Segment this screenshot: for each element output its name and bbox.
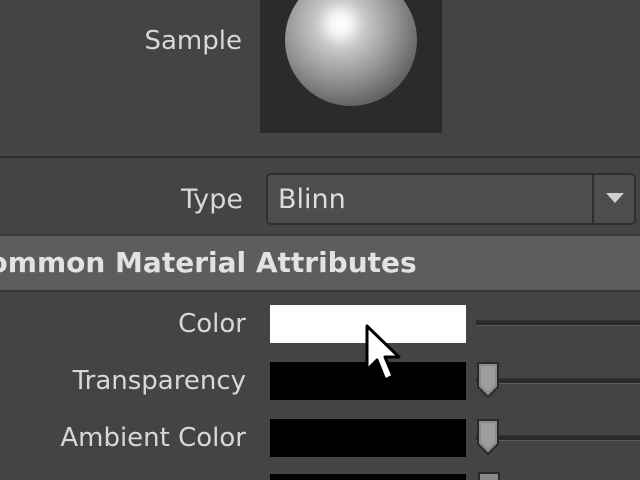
material-sample-swatch[interactable] — [260, 0, 442, 133]
sample-label: Sample — [144, 26, 243, 56]
mouse-pointer-icon — [365, 324, 401, 382]
ambient-color-slider-handle[interactable] — [474, 418, 502, 456]
section-header-common-material-attributes[interactable]: Common Material Attributes — [0, 234, 640, 292]
color-slider[interactable] — [476, 320, 640, 326]
transparency-slider-handle[interactable] — [474, 361, 502, 399]
ambient-color-label: Ambient Color — [60, 423, 246, 453]
type-value: Blinn — [278, 184, 346, 215]
chevron-down-icon — [606, 193, 624, 203]
transparency-label: Transparency — [72, 366, 246, 396]
next-slider-handle[interactable] — [478, 472, 500, 480]
ambient-color-swatch[interactable] — [270, 419, 466, 457]
type-dropdown[interactable]: Blinn — [266, 173, 636, 225]
section-title: Common Material Attributes — [0, 246, 417, 279]
sample-sphere — [285, 0, 417, 106]
color-label: Color — [178, 309, 246, 339]
next-attribute-swatch[interactable] — [270, 474, 466, 480]
dropdown-button[interactable] — [592, 175, 634, 223]
type-label: Type — [180, 184, 243, 215]
divider — [0, 156, 640, 158]
